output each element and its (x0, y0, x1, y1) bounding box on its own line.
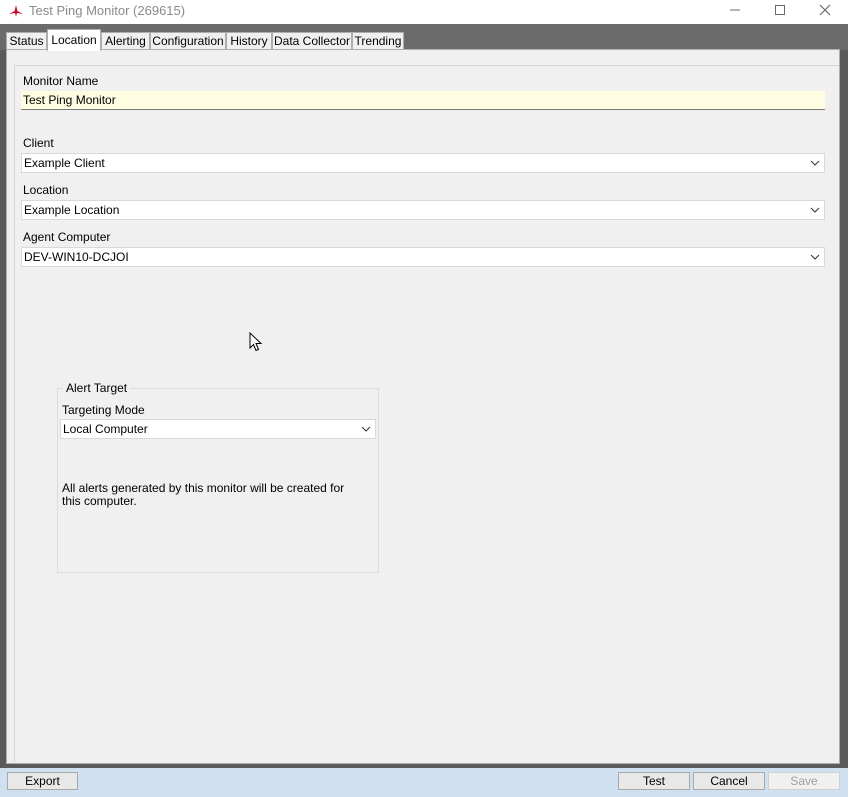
chevron-down-icon (810, 254, 820, 260)
minimize-icon (730, 9, 740, 11)
title-bar: Test Ping Monitor (269615) (0, 0, 850, 24)
client-select[interactable]: Example Client (21, 153, 825, 173)
minimize-button[interactable] (712, 0, 758, 22)
location-select[interactable]: Example Location (21, 200, 825, 220)
location-label: Location (23, 183, 69, 197)
maximize-button[interactable] (757, 0, 803, 22)
alert-target-title: Alert Target (63, 381, 131, 395)
monitor-name-input[interactable]: Test Ping Monitor (21, 91, 825, 110)
location-value: Example Location (24, 203, 120, 217)
tab-status[interactable]: Status (6, 32, 47, 50)
close-icon (819, 4, 831, 16)
targeting-mode-label: Targeting Mode (62, 403, 145, 417)
cancel-button[interactable]: Cancel (693, 772, 765, 790)
tab-history[interactable]: History (226, 32, 272, 50)
maximize-icon (775, 5, 785, 15)
alert-target-info-text: All alerts generated by this monitor wil… (62, 481, 345, 508)
monitor-name-label: Monitor Name (23, 74, 99, 88)
save-button[interactable]: Save (768, 772, 840, 790)
chevron-down-icon (810, 160, 820, 166)
tab-alerting[interactable]: Alerting (101, 32, 150, 50)
tab-trending[interactable]: Trending (352, 32, 404, 50)
client-value: Example Client (24, 156, 105, 170)
export-button[interactable]: Export (7, 772, 78, 790)
tab-location[interactable]: Location (47, 29, 101, 51)
test-button[interactable]: Test (618, 772, 690, 790)
window-title: Test Ping Monitor (269615) (29, 3, 186, 18)
app-logo-icon (9, 5, 23, 17)
mouse-cursor-icon (249, 332, 263, 352)
tab-data-collector[interactable]: Data Collector (272, 32, 352, 50)
client-label: Client (23, 136, 54, 150)
chevron-down-icon (361, 426, 371, 432)
tab-configuration[interactable]: Configuration (150, 32, 226, 50)
targeting-mode-select[interactable]: Local Computer (60, 419, 376, 439)
agent-computer-value: DEV-WIN10-DCJOI (24, 250, 129, 264)
agent-computer-select[interactable]: DEV-WIN10-DCJOI (21, 247, 825, 267)
chevron-down-icon (810, 207, 820, 213)
agent-computer-label: Agent Computer (23, 230, 111, 244)
targeting-mode-value: Local Computer (63, 422, 148, 436)
close-button[interactable] (802, 0, 848, 22)
